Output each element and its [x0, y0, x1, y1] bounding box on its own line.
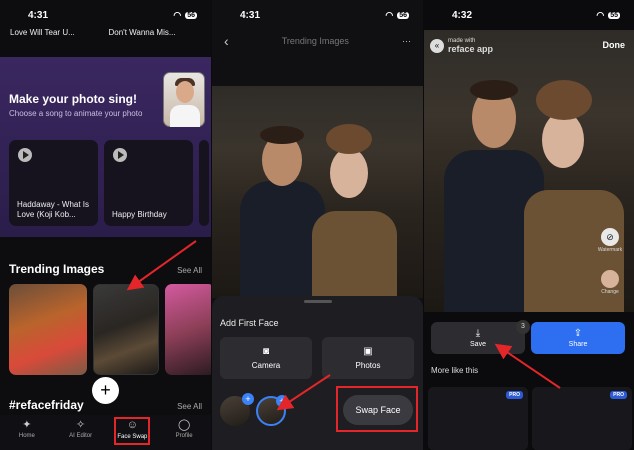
song-title[interactable]: Love Will Tear U...	[10, 28, 103, 48]
detail-screen: 4:31 ◠ 56 ‹ Trending Images ··· Add First…	[212, 0, 423, 450]
add-button[interactable]: +	[92, 377, 119, 404]
battery-icon: 56	[397, 11, 409, 19]
tab-bar: ✦ Home ✧ AI Editor ☺ Face Swap ◯ Profile	[0, 415, 211, 450]
add-face-icon: +	[242, 393, 254, 405]
done-button[interactable]: Done	[603, 40, 626, 50]
reface-logo-icon: «	[430, 39, 444, 53]
photos-button[interactable]: ▣ Photos	[322, 337, 414, 379]
more-icon[interactable]: ···	[402, 36, 411, 46]
suggestion-tile[interactable]: PRO	[428, 387, 528, 450]
tab-home[interactable]: ✦ Home	[7, 418, 47, 450]
tab-ai-editor[interactable]: ✧ AI Editor	[61, 418, 101, 450]
song-card-title: Haddaway - What Is Love (Koji Kob...	[17, 200, 90, 219]
swap-face-highlight: Swap Face	[336, 386, 418, 432]
save-count-badge: 3	[516, 320, 530, 334]
sing-subtitle: Choose a song to animate your photo	[9, 109, 143, 118]
sparkle-icon: ✦	[22, 419, 32, 431]
refacefriday-see-all[interactable]: See All	[177, 402, 202, 411]
face-option[interactable]: +	[220, 393, 254, 426]
song-card[interactable]: Haddaway - What Is Love (Koji Kob...	[9, 140, 98, 226]
tab-profile[interactable]: ◯ Profile	[164, 418, 204, 450]
suggestion-tile[interactable]: PRO	[532, 387, 632, 450]
trending-see-all[interactable]: See All	[177, 266, 202, 275]
refacefriday-title: #refacefriday	[9, 398, 84, 412]
battery-icon: 55	[608, 11, 620, 19]
result-screen: 4:32 ◠ 55 « made with reface app Done ⊘ Wa…	[424, 0, 634, 450]
add-face-icon: +	[276, 395, 288, 407]
status-bar: 4:32 ◠ 55	[424, 0, 634, 30]
pro-badge: PRO	[610, 391, 627, 399]
trending-photo	[212, 86, 423, 298]
wifi-icon: ◠	[385, 9, 394, 20]
result-nav: « made with reface app Done	[424, 30, 634, 60]
camera-button[interactable]: ◙ Camera	[220, 337, 312, 379]
status-bar: 4:31 ◠ 56	[0, 0, 211, 30]
more-like-this-title: More like this	[431, 366, 479, 375]
song-card[interactable]: Happy Birthday	[104, 140, 193, 226]
share-button[interactable]: ⇪ Share	[531, 322, 625, 354]
status-time: 4:31	[28, 9, 49, 21]
camera-icon: ◙	[262, 346, 270, 357]
detail-title: Trending Images	[281, 36, 349, 46]
face-option-selected[interactable]: +	[256, 395, 288, 426]
add-face-sheet: Add First Face ◙ Camera ▣ Photos + + Swa…	[212, 296, 423, 450]
detail-nav: ‹ Trending Images ···	[212, 30, 423, 52]
tutorial-composite: 4:31 ◠ 56 Love Will Tear U... Don't Wanna…	[0, 0, 634, 450]
play-icon	[18, 148, 32, 162]
face-picker: + +	[220, 393, 288, 426]
watermark-toggle[interactable]: ⊘ Watermark	[598, 228, 622, 253]
status-bar: 4:31 ◠ 56	[212, 0, 423, 30]
sing-banner[interactable]: Make your photo sing! Choose a song to a…	[0, 57, 211, 237]
tab-face-swap[interactable]: ☺ Face Swap	[114, 417, 151, 445]
trending-title: Trending Images	[9, 262, 105, 276]
play-icon	[113, 148, 127, 162]
battery-icon: 56	[185, 11, 197, 19]
sheet-handle[interactable]	[304, 300, 332, 303]
watermark-icon: ⊘	[601, 228, 619, 246]
avatar	[601, 270, 619, 288]
wifi-icon: ◠	[173, 9, 182, 20]
trending-thumbnails	[9, 284, 211, 375]
back-icon[interactable]: ‹	[224, 33, 229, 49]
face-icon: ☺	[126, 419, 138, 431]
wand-icon: ✧	[76, 419, 86, 431]
download-icon: ⤓	[475, 328, 481, 339]
song-card[interactable]	[199, 140, 209, 226]
sing-face-image	[163, 72, 205, 127]
home-screen: 4:31 ◠ 56 Love Will Tear U... Don't Wanna…	[0, 0, 211, 450]
song-row-top: Love Will Tear U... Don't Wanna Mis...	[0, 28, 211, 48]
sing-title: Make your photo sing!	[9, 92, 138, 106]
share-icon: ⇪	[573, 328, 583, 339]
photos-icon: ▣	[363, 346, 373, 357]
sheet-title: Add First Face	[220, 318, 279, 328]
status-time: 4:31	[240, 9, 261, 21]
trending-image-selected[interactable]	[93, 284, 159, 375]
change-face-button[interactable]: Change	[600, 270, 620, 295]
wifi-icon: ◠	[596, 9, 605, 20]
pro-badge: PRO	[506, 391, 523, 399]
swap-face-button[interactable]: Swap Face	[343, 395, 413, 425]
song-title[interactable]: Don't Wanna Mis...	[109, 28, 202, 48]
status-time: 4:32	[452, 9, 473, 21]
person-icon: ◯	[177, 419, 191, 431]
trending-image[interactable]	[9, 284, 87, 375]
reface-watermark: « made with reface app	[430, 37, 493, 55]
song-card-title: Happy Birthday	[112, 210, 167, 219]
save-button[interactable]: ⤓ Save	[431, 322, 525, 354]
trending-image[interactable]	[165, 284, 211, 375]
